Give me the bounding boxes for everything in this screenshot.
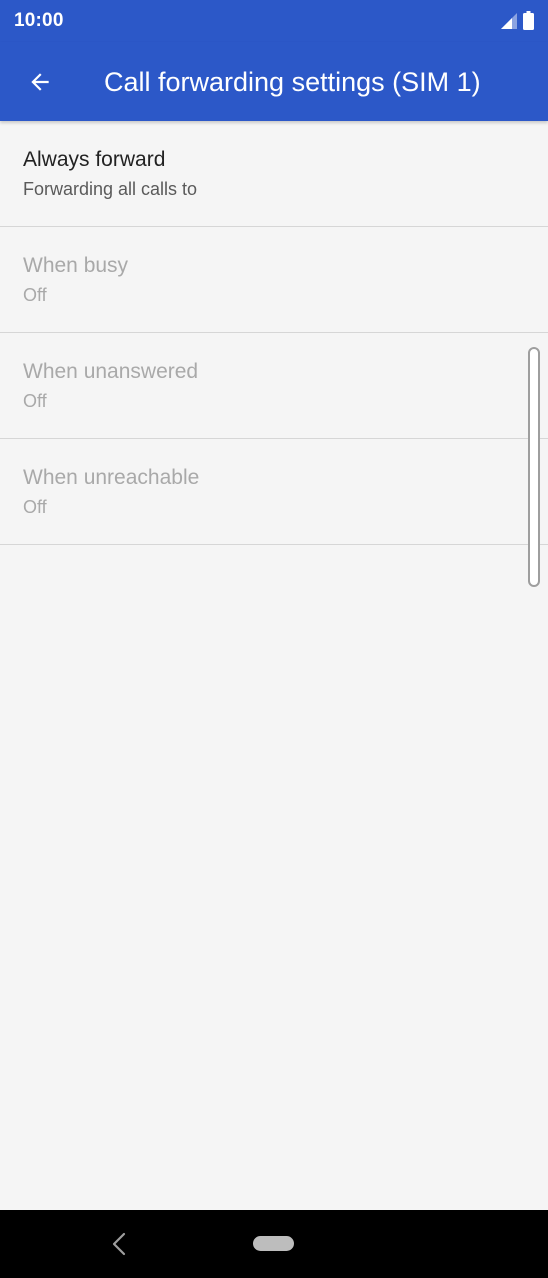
app-bar: Call forwarding settings (SIM 1) (0, 42, 548, 121)
setting-when-unreachable: When unreachable Off (0, 439, 548, 545)
status-time: 10:00 (14, 10, 64, 31)
scrollbar-thumb[interactable] (528, 347, 540, 587)
setting-summary: Off (23, 497, 47, 517)
setting-when-unanswered: When unanswered Off (0, 333, 548, 439)
settings-list: Always forward Forwarding all calls to W… (0, 121, 548, 545)
setting-title: When busy (23, 254, 129, 277)
setting-always-forward[interactable]: Always forward Forwarding all calls to (0, 121, 548, 227)
signal-icon (501, 13, 517, 29)
back-button[interactable] (20, 62, 60, 102)
setting-title: When unreachable (23, 466, 200, 489)
setting-summary: Forwarding all calls to (23, 179, 198, 199)
nav-back-icon (112, 1232, 126, 1256)
setting-title: Always forward (23, 148, 166, 171)
setting-when-busy: When busy Off (0, 227, 548, 333)
page-title: Call forwarding settings (SIM 1) (104, 67, 481, 97)
nav-back-button[interactable] (108, 1231, 132, 1257)
status-icons (500, 10, 534, 30)
setting-summary: Off (23, 391, 47, 411)
setting-summary: Off (23, 285, 47, 305)
status-bar: 10:00 (0, 0, 548, 42)
battery-icon (523, 11, 534, 30)
arrow-back-icon (31, 73, 49, 91)
home-pill-icon[interactable] (253, 1236, 294, 1251)
navigation-bar (0, 1210, 548, 1278)
camera-notch (236, 0, 314, 42)
setting-title: When unanswered (23, 360, 199, 383)
